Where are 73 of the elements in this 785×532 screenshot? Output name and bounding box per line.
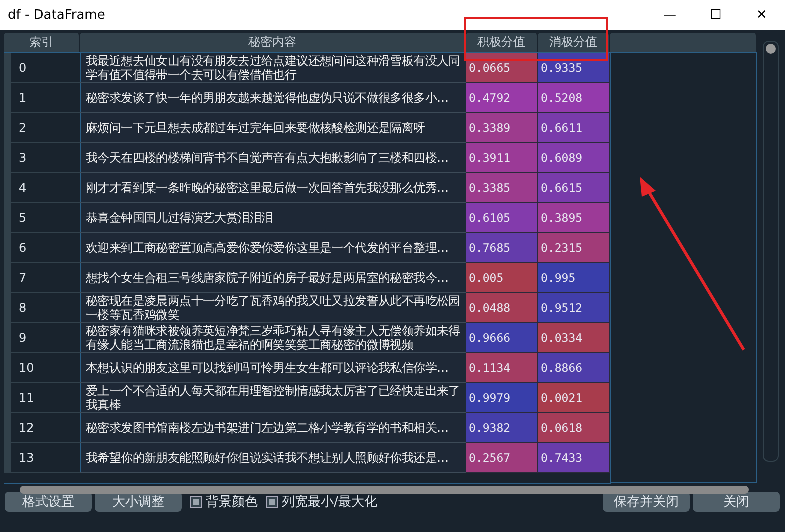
score-cell: 0.3389 <box>466 113 538 143</box>
resize-button[interactable]: 大小调整 <box>95 492 182 512</box>
table-cell: 我希望你的新朋友能照顾好你但说实话我不想让别人照顾好你我还是… <box>80 443 466 473</box>
score-cell: 0.3895 <box>538 203 610 233</box>
table-cell: 刚才才看到某一条昨晚的秘密这里最后做一次回答首先我没那么优秀… <box>80 173 466 203</box>
window-title: df - DataFrame <box>8 8 106 22</box>
table-cell: 秘密求发谈了快一年的男朋友越来越觉得他虚伪只说不做很多很多小… <box>80 83 466 113</box>
score-cell: 0.005 <box>466 263 538 293</box>
checkbox[interactable] <box>190 496 202 508</box>
score-cell: 0.7685 <box>466 233 538 263</box>
score-cell: 0.9979 <box>466 383 538 413</box>
close-button[interactable]: 关闭 <box>693 492 780 512</box>
row-index: 2 <box>4 113 80 143</box>
score-cell: 0.9382 <box>466 413 538 443</box>
table-cell: 欢迎来到工商秘密置顶高高爱你爱你爱你这里是一个代发的平台整理… <box>80 233 466 263</box>
format-button[interactable]: 格式设置 <box>5 492 92 512</box>
table-cell: 爱上一个不合适的人每天都在用理智控制情感我太厉害了已经快走出来了我真棒 <box>80 383 466 413</box>
row-index: 12 <box>4 413 80 443</box>
maximize-button[interactable]: ☐ <box>693 0 739 30</box>
row-index: 4 <box>4 173 80 203</box>
close-button[interactable]: ✕ <box>739 0 785 30</box>
row-index: 0 <box>4 53 80 83</box>
minimize-button[interactable]: — <box>647 0 693 30</box>
checkbox-label: 背景颜色 <box>206 494 258 511</box>
score-cell: 0.0334 <box>538 323 610 353</box>
score-cell: 0.3385 <box>466 173 538 203</box>
score-cell: 0.6089 <box>538 143 610 173</box>
score-cell: 0.9512 <box>538 293 610 323</box>
score-cell: 0.6105 <box>466 203 538 233</box>
table-cell: 恭喜金钟国国儿过得演艺大赏泪泪泪 <box>80 203 466 233</box>
score-cell: 0.9666 <box>466 323 538 353</box>
score-cell: 0.3911 <box>466 143 538 173</box>
score-cell: 0.0021 <box>538 383 610 413</box>
column-header[interactable]: 秘密内容 <box>80 33 466 52</box>
row-index: 11 <box>4 383 80 413</box>
column-header[interactable]: 消极分值 <box>538 33 610 52</box>
table-cell: 我最近想去仙女山有没有朋友去过给点建议还想问问这种滑雪板有没人同学有值不值得带一个去可以有偿借借也行 <box>80 53 466 83</box>
score-cell: 0.5208 <box>538 83 610 113</box>
score-cell: 0.9335 <box>538 53 610 83</box>
row-index: 5 <box>4 203 80 233</box>
row-index: 13 <box>4 443 80 473</box>
row-index: 6 <box>4 233 80 263</box>
table-cell: 麻烦问一下元旦想去成都过年过完年回来要做核酸检测还是隔离呀 <box>80 113 466 143</box>
row-index: 10 <box>4 353 80 383</box>
table-cell: 秘密家有猫咪求被领养英短净梵三岁乖巧粘人寻有缘主人无偿领养如未得有缘人能当工商流浪猫也是幸福的啊笑笑笑工商秘密的微博视频 <box>80 323 466 353</box>
row-index: 3 <box>4 143 80 173</box>
save-close-button[interactable]: 保存并关闭 <box>603 492 690 512</box>
score-cell: 0.7433 <box>538 443 610 473</box>
table-cell: 秘密现在是凌晨两点十一分吃了瓦香鸡的我又吐又拉发誓从此不再吃松园一楼等瓦香鸡微笑 <box>80 293 466 323</box>
column-header[interactable]: 索引 <box>4 33 80 52</box>
row-index: 1 <box>4 83 80 113</box>
row-index: 7 <box>4 263 80 293</box>
score-cell: 0.0488 <box>466 293 538 323</box>
row-index: 9 <box>4 323 80 353</box>
score-cell: 0.1134 <box>466 353 538 383</box>
table-cell: 我今天在四楼的楼梯间背书不自觉声音有点大抱歉影响了三楼和四楼… <box>80 143 466 173</box>
score-cell: 0.0618 <box>538 413 610 443</box>
score-cell: 0.0665 <box>466 53 538 83</box>
table-cell: 想找个女生合租三号线唐家院子附近的房子最好是两居室的秘密我今… <box>80 263 466 293</box>
vertical-scrollbar[interactable] <box>763 41 779 462</box>
score-cell: 0.995 <box>538 263 610 293</box>
checkbox[interactable] <box>266 496 278 508</box>
score-cell: 0.4792 <box>466 83 538 113</box>
score-cell: 0.6611 <box>538 113 610 143</box>
table-cell: 秘密求发图书馆南楼左边书架进门左边第二格小学教育学的书和相关… <box>80 413 466 443</box>
checkbox-label: 列宽最小/最大化 <box>282 494 378 511</box>
table-cell: 本想认识的朋友这里可以找到吗可怜男生女生都可以评论我私信你学… <box>80 353 466 383</box>
score-cell: 0.2315 <box>538 233 610 263</box>
score-cell: 0.8866 <box>538 353 610 383</box>
score-cell: 0.2567 <box>466 443 538 473</box>
column-header[interactable]: 积极分值 <box>466 33 538 52</box>
row-index: 8 <box>4 293 80 323</box>
score-cell: 0.6615 <box>538 173 610 203</box>
